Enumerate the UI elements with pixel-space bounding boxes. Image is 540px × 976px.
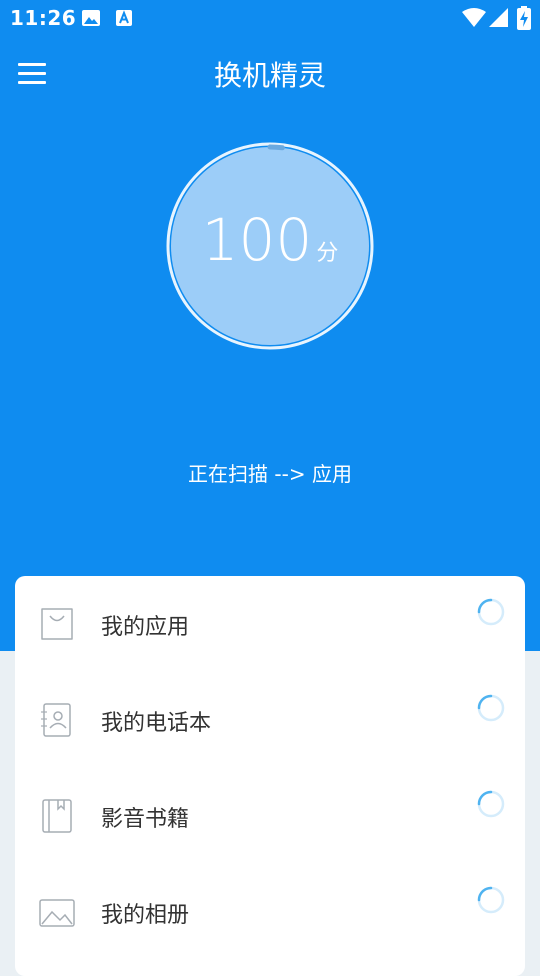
signal-icon: [489, 8, 508, 27]
list-item-label: 我的电话本: [101, 711, 212, 736]
score-display: 100 分: [166, 206, 374, 274]
score-unit: 分: [316, 241, 339, 266]
page-title: 换机精灵: [213, 59, 326, 92]
score-circle: 100 分: [166, 142, 374, 350]
list-item-apps[interactable]: 我的应用: [15, 576, 525, 672]
score-value: 100: [201, 206, 313, 274]
status-bar: 11:26: [0, 0, 540, 36]
list-item-label: 我的应用: [101, 615, 190, 640]
category-list-card: 我的应用 我的电话本 影音书籍 我的相册: [15, 576, 525, 976]
app-bar: 换机精灵: [0, 36, 540, 112]
scan-status-text: 正在扫描 --> 应用: [188, 462, 352, 486]
loading-spinner-icon: [477, 598, 505, 626]
photo-album-icon: [39, 899, 75, 927]
list-item-album[interactable]: 我的相册: [15, 864, 525, 960]
book-icon: [42, 799, 72, 833]
loading-spinner-icon: [477, 694, 505, 722]
battery-charging-icon: [517, 6, 531, 30]
list-item-contacts[interactable]: 我的电话本: [15, 672, 525, 768]
loading-spinner-icon: [477, 790, 505, 818]
score-progress-arc: [267, 144, 285, 151]
image-icon: [82, 10, 100, 26]
status-time: 11:26: [10, 6, 77, 30]
contacts-book-icon: [41, 703, 71, 737]
list-item-label: 影音书籍: [101, 807, 190, 832]
shopping-bag-icon: [41, 608, 73, 640]
wifi-icon: [462, 8, 486, 27]
list-item-media-books[interactable]: 影音书籍: [15, 768, 525, 864]
loading-spinner-icon: [477, 886, 505, 914]
text-a-icon: [116, 10, 132, 26]
list-item-label: 我的相册: [101, 903, 190, 928]
